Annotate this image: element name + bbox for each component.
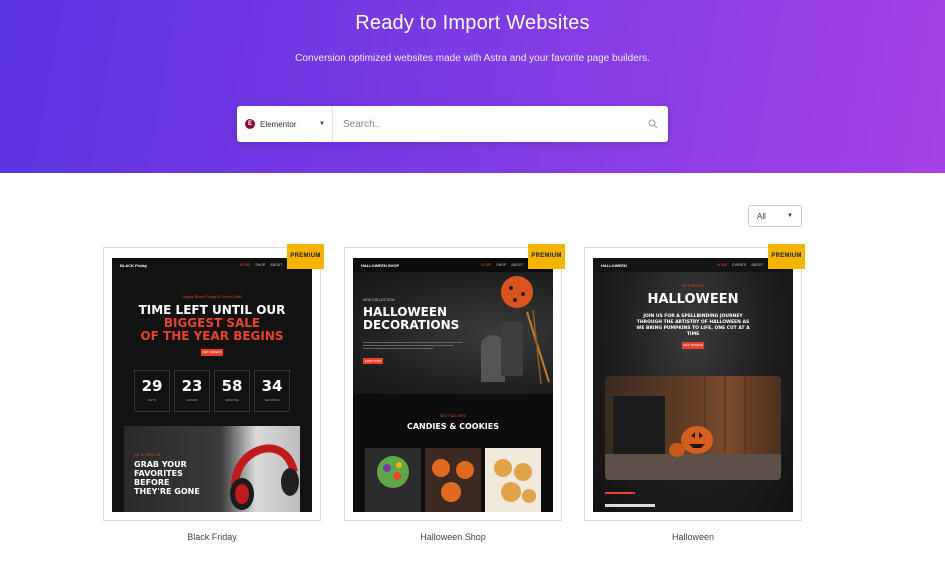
product-thumb [425, 448, 481, 512]
countdown-value: 23 [181, 377, 203, 395]
countdown-unit: SECONDS [264, 398, 280, 402]
preview-footer-line [605, 504, 655, 507]
page-subtitle: Conversion optimized websites made with … [295, 53, 650, 64]
page-builder-label: Elementor [260, 119, 297, 129]
template-name[interactable]: Black Friday [103, 532, 321, 542]
product-thumb [485, 448, 541, 512]
caret-down-icon: ▼ [787, 213, 793, 219]
template-name[interactable]: Halloween Shop [344, 532, 562, 542]
preview-headline-highlight: BIGGEST SALE [163, 316, 261, 330]
premium-badge: PREMIUM [528, 244, 565, 269]
countdown-value: 58 [221, 377, 243, 395]
premium-badge: PREMIUM [768, 244, 805, 269]
preview-headline-text: OF THE YEAR BEGINS [140, 329, 284, 343]
preview-nav-item: ABOUT [270, 263, 283, 267]
preview-logo: HALLOWEEN [601, 262, 627, 268]
search-bar: E Elementor ▼ [237, 106, 668, 142]
preview-body-lines [363, 342, 463, 352]
search-input[interactable] [333, 106, 638, 142]
halloween-decor-image-icon [481, 276, 550, 385]
countdown-unit: DAYS [148, 398, 156, 402]
template-name[interactable]: Halloween [584, 532, 802, 542]
elementor-logo-icon: E [245, 119, 255, 129]
category-filter-value: All [757, 211, 766, 221]
preview-nav: BLACK Friday HOME SHOP ABOUT CONTACT [112, 258, 312, 272]
preview-headline-text: TIME LEFT UNTIL OUR [138, 303, 286, 317]
preview-product-grid [365, 448, 541, 512]
preview-nav-item: ABOUT [511, 263, 524, 267]
template-preview: BLACK Friday HOME SHOP ABOUT CONTACT Hap… [112, 258, 312, 512]
headphones-image-icon [230, 444, 299, 510]
countdown-cell: 23 HOURS [174, 370, 210, 412]
preview-promo-title: GRAB YOUR FAVORITES BEFORE THEY'RE GONE [134, 460, 200, 496]
preview-nav: HALLOWEEN HOME EVENTS ABOUT CONTACT [593, 258, 793, 272]
product-thumb [365, 448, 421, 512]
preview-promo-tag: Up To 50% Off [134, 452, 161, 457]
caret-down-icon: ▼ [319, 121, 325, 127]
preview-nav: HALLOWEEN SHOP HOME SHOP ABOUT CONTACT [353, 258, 553, 272]
preview-footer-accent [605, 492, 635, 494]
template-preview: HALLOWEEN SHOP HOME SHOP ABOUT CONTACT N… [353, 258, 553, 512]
preview-nav-item: HOME [480, 263, 492, 267]
preview-title: HALLOWEEN DECORATIONS [363, 305, 460, 332]
category-filter-select[interactable]: All ▼ [748, 205, 802, 227]
preview-tagline: Happy Black Friday & Great Sale! [182, 294, 242, 299]
template-preview: HALLOWEEN HOME EVENTS ABOUT CONTACT OCTO… [593, 258, 793, 512]
preview-countdown: 29 DAYS 23 HOURS 58 MINUTES 34 SECONDS [134, 370, 290, 412]
preview-headline: TIME LEFT UNTIL OUR BIGGEST SALE OF THE … [112, 304, 312, 343]
preview-nav-item: SHOP [496, 263, 507, 267]
preview-logo: HALLOWEEN SHOP [361, 262, 400, 268]
preview-hero-image: NEW COLLECTION HALLOWEEN DECORATIONS SHO… [353, 272, 553, 394]
preview-nav-item: HOME [239, 263, 251, 267]
preview-nav-item: EVENTS [732, 263, 747, 267]
pumpkin-image-icon [605, 376, 781, 480]
countdown-unit: MINUTES [225, 398, 239, 402]
countdown-unit: HOURS [186, 398, 198, 402]
preview-kicker: NEW COLLECTION [363, 298, 395, 302]
preview-cta-button: GET TICKETS [682, 342, 704, 349]
preview-logo: BLACK Friday [120, 262, 148, 268]
template-card-halloween[interactable]: HALLOWEEN HOME EVENTS ABOUT CONTACT OCTO… [584, 244, 805, 521]
preview-title: HALLOWEEN [647, 292, 739, 307]
preview-nav-item: HOME [716, 263, 728, 267]
preview-pumpkin-image [605, 376, 781, 480]
preview-section-kicker: BEST SELLERS [440, 414, 466, 418]
preview-cta-button: GET OFFERS [201, 349, 223, 356]
preview-kicker: OCTOBER 31 [681, 284, 705, 288]
countdown-cell: 29 DAYS [134, 370, 170, 412]
template-card-black-friday[interactable]: BLACK Friday HOME SHOP ABOUT CONTACT Hap… [103, 244, 324, 521]
preview-section-title: CANDIES & COOKIES [406, 422, 500, 431]
premium-badge: PREMIUM [287, 244, 324, 269]
preview-nav-item: ABOUT [751, 263, 764, 267]
hero-banner: Ready to Import Websites Conversion opti… [0, 0, 945, 173]
search-icon[interactable] [638, 119, 668, 129]
preview-promo-image: Up To 50% Off GRAB YOUR FAVORITES BEFORE… [124, 426, 300, 512]
countdown-cell: 58 MINUTES [214, 370, 250, 412]
countdown-value: 34 [261, 377, 283, 395]
preview-nav-item: SHOP [255, 263, 266, 267]
countdown-cell: 34 SECONDS [254, 370, 290, 412]
page-builder-select[interactable]: E Elementor ▼ [237, 106, 333, 142]
countdown-value: 29 [141, 377, 163, 395]
preview-cta-button: SHOP NOW [363, 358, 383, 364]
page-title: Ready to Import Websites [355, 12, 590, 34]
preview-body: JOIN US FOR A SPELLBINDING JOURNEY THROU… [636, 314, 750, 337]
template-card-halloween-shop[interactable]: HALLOWEEN SHOP HOME SHOP ABOUT CONTACT N… [344, 244, 565, 521]
